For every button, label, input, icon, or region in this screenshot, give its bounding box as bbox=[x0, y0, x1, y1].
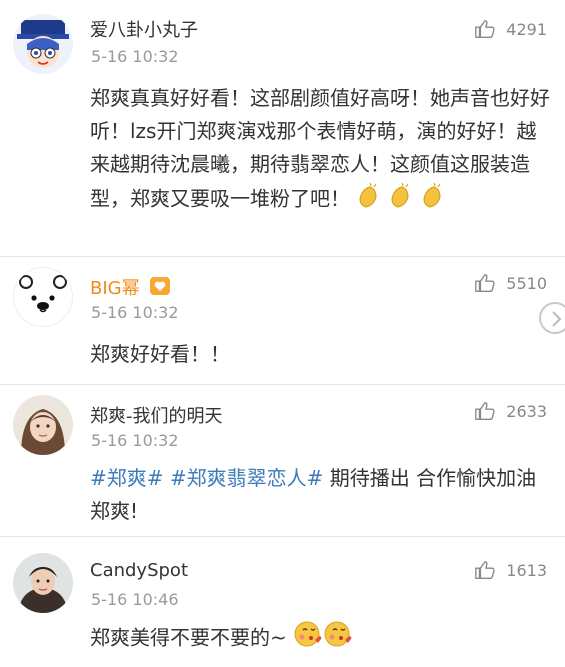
comment-item: 爱八卦小丸子 5-16 10:32 4291 郑爽真真好好看！这部剧颜值好高呀！… bbox=[0, 0, 565, 256]
username[interactable]: CandySpot bbox=[90, 560, 188, 581]
comment-item: 郑爽-我们的明天 5-16 10:32 2633 #郑爽# #郑爽翡翠恋人# 期… bbox=[0, 384, 565, 536]
like-count: 4291 bbox=[506, 19, 547, 39]
comment-text-content: 郑爽真真好好看！这部剧颜值好高呀！她声音也好好听！lzs开门郑爽演戏那个表情好萌… bbox=[90, 86, 550, 211]
avatar[interactable] bbox=[13, 267, 73, 327]
timestamp: 5-16 10:32 bbox=[91, 303, 179, 322]
clap-icon bbox=[356, 181, 452, 219]
thumbs-up-icon bbox=[475, 274, 495, 292]
username[interactable]: BIG幂 bbox=[90, 274, 171, 301]
like-count: 1613 bbox=[506, 560, 547, 580]
kiss-face-icon bbox=[293, 620, 355, 658]
comment-text: 郑爽真真好好看！这部剧颜值好高呀！她声音也好好听！lzs开门郑爽演戏那个表情好萌… bbox=[90, 82, 550, 219]
thumbs-up-icon bbox=[475, 20, 495, 38]
like-button[interactable]: 2633 bbox=[474, 400, 547, 422]
timestamp: 5-16 10:46 bbox=[91, 590, 179, 609]
username[interactable]: 郑爽-我们的明天 bbox=[90, 402, 223, 428]
thumbs-up-icon bbox=[475, 402, 495, 420]
avatar[interactable] bbox=[13, 14, 73, 74]
comment-text: 郑爽美得不要不要的~ bbox=[90, 620, 550, 658]
chevron-right-icon bbox=[552, 311, 562, 327]
avatar[interactable] bbox=[13, 553, 73, 613]
avatar[interactable] bbox=[13, 395, 73, 455]
thumbs-up-icon bbox=[475, 561, 495, 579]
comment-feed: 爱八卦小丸子 5-16 10:32 4291 郑爽真真好好看！这部剧颜值好高呀！… bbox=[0, 0, 565, 667]
comment-item: BIG幂 5-16 10:32 5510 郑爽好好看！！ bbox=[0, 256, 565, 384]
comment-text: #郑爽# #郑爽翡翠恋人# 期待播出 合作愉快加油 郑爽! bbox=[90, 462, 550, 528]
like-count: 2633 bbox=[506, 401, 547, 421]
comment-text-content: 郑爽美得不要不要的~ bbox=[90, 625, 287, 650]
timestamp: 5-16 10:32 bbox=[91, 431, 179, 450]
like-button[interactable]: 1613 bbox=[474, 559, 547, 581]
username[interactable]: 爱八卦小丸子 bbox=[90, 16, 198, 42]
like-button[interactable]: 5510 bbox=[474, 272, 547, 294]
next-button[interactable] bbox=[539, 302, 565, 334]
timestamp: 5-16 10:32 bbox=[91, 47, 179, 66]
username-text: BIG幂 bbox=[90, 278, 140, 299]
comment-text: 郑爽好好看！！ bbox=[90, 342, 230, 366]
comment-item: CandySpot 5-16 10:46 1613 郑爽美得不要不要的~ bbox=[0, 536, 565, 667]
hashtag-link[interactable]: #郑爽翡翠恋人# bbox=[170, 466, 324, 490]
like-button[interactable]: 4291 bbox=[474, 18, 547, 40]
like-count: 5510 bbox=[506, 273, 547, 293]
hashtag-link[interactable]: #郑爽# bbox=[90, 466, 164, 490]
heart-badge-icon bbox=[149, 276, 171, 301]
